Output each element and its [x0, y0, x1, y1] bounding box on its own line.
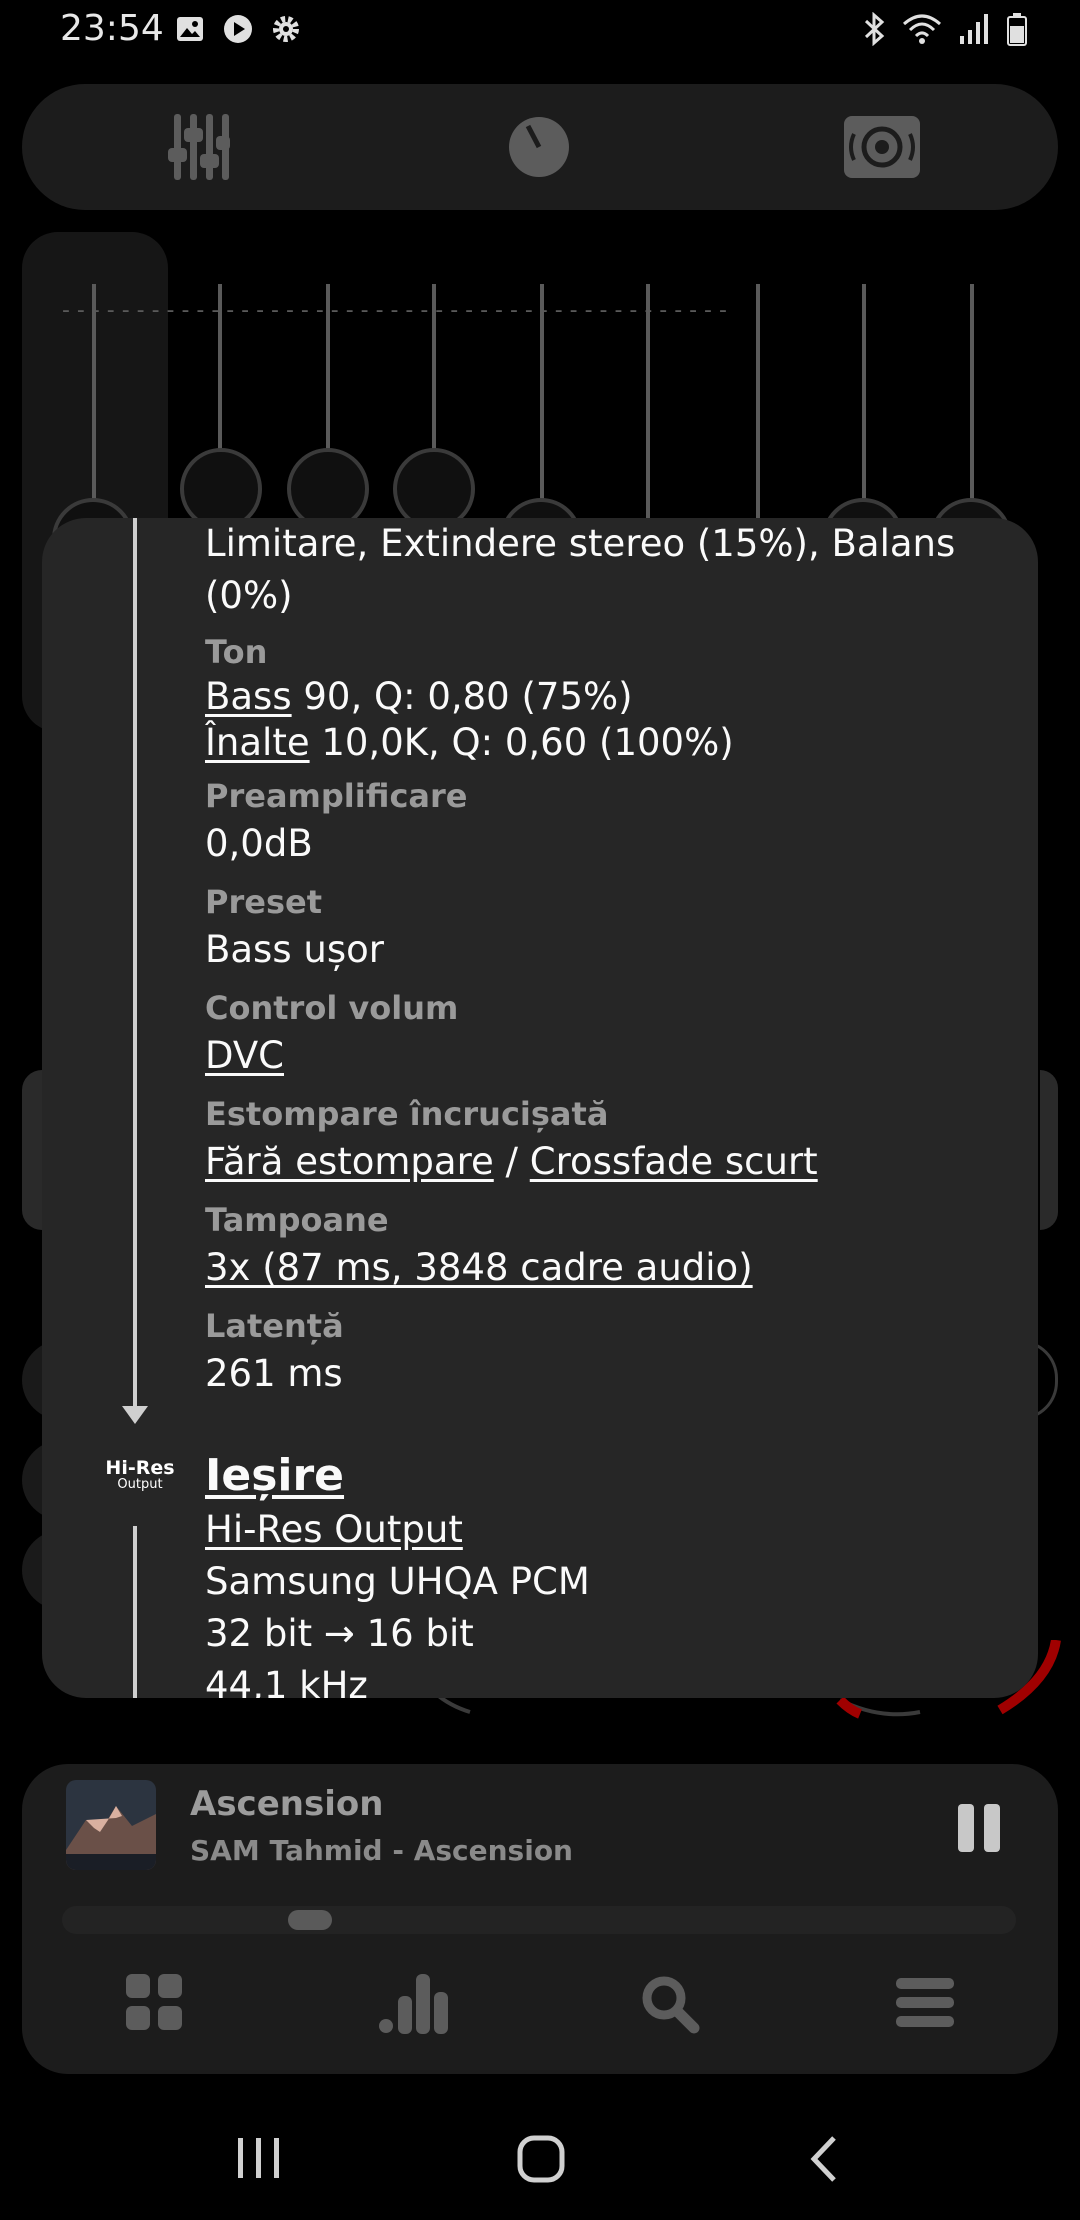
- crossfade-short-link[interactable]: Crossfade scurt: [530, 1140, 818, 1183]
- buffers-link[interactable]: 3x (87 ms, 3848 cadre audio): [205, 1242, 753, 1294]
- equalizer-icon: [168, 114, 230, 180]
- eq-slider[interactable]: [432, 284, 436, 464]
- output-section: Ieșire Hi-Res Output Samsung UHQA PCM 32…: [205, 1448, 590, 1698]
- progress-track[interactable]: [62, 1906, 1016, 1934]
- now-playing-panel: Ascension SAM Tahmid - Ascension: [22, 1764, 1058, 2074]
- progress-thumb[interactable]: [288, 1910, 332, 1930]
- flow-line: [133, 1526, 137, 1698]
- treble-link[interactable]: Înalte: [205, 721, 310, 764]
- latency-label: Latență: [205, 1307, 344, 1345]
- hires-badge-line1: Hi-Res: [105, 1457, 175, 1479]
- track-title[interactable]: Ascension: [190, 1784, 383, 1824]
- eq-slider[interactable]: [646, 284, 650, 524]
- home-icon[interactable]: [516, 2134, 566, 2184]
- bass-link[interactable]: Bass: [205, 675, 292, 718]
- eq-slider[interactable]: [326, 284, 330, 464]
- tab-output[interactable]: [844, 114, 920, 184]
- bg-panel-right: [1040, 1070, 1058, 1230]
- search-icon: [642, 1976, 700, 2034]
- preamp-label: Preamplificare: [205, 777, 468, 815]
- battery-icon: [1007, 13, 1027, 46]
- volume-label: Control volum: [205, 989, 459, 1027]
- crossfade-none-link[interactable]: Fără estompare: [205, 1140, 494, 1183]
- audio-chain-info-card: Limitare, Extindere stereo (15%), Balans…: [42, 518, 1038, 1698]
- bars-icon: [379, 1974, 448, 2034]
- output-rate: 44,1 kHz: [205, 1664, 368, 1698]
- output-device-link[interactable]: Hi-Res Output: [205, 1504, 590, 1556]
- treble-value: 10,0K, Q: 0,60 (100%): [309, 721, 734, 764]
- knob-icon: [509, 117, 569, 177]
- preset-value: Bass ușor: [205, 928, 384, 971]
- bass-value: 90, Q: 0,80 (75%): [291, 675, 633, 718]
- nav-equalizer[interactable]: [378, 1974, 448, 2038]
- preamp-value: 0,0dB: [205, 822, 313, 865]
- hires-badge-line2: Output: [117, 1477, 163, 1492]
- recents-icon[interactable]: [236, 2136, 282, 2180]
- top-tabs: [22, 84, 1058, 210]
- volume-control-link[interactable]: DVC: [205, 1030, 458, 1082]
- image-icon: [177, 17, 203, 41]
- eq-slider[interactable]: [862, 284, 866, 524]
- menu-icon: [896, 1978, 954, 2027]
- eq-slider[interactable]: [540, 284, 544, 524]
- status-time: 23:54: [60, 8, 164, 49]
- output-bits: 32 bit → 16 bit: [205, 1612, 474, 1655]
- volume-section: Control volum DVC: [205, 986, 458, 1082]
- pause-icon: [958, 1804, 974, 1852]
- output-driver: Samsung UHQA PCM: [205, 1560, 590, 1603]
- settings-icon: [273, 16, 299, 42]
- crossfade-label: Estompare încrucișată: [205, 1095, 609, 1133]
- pause-button[interactable]: [958, 1804, 1002, 1852]
- nav-search[interactable]: [640, 1974, 700, 2038]
- bluetooth-icon: [864, 12, 885, 46]
- crossfade-separator: /: [493, 1140, 530, 1183]
- latency-section: Latență 261 ms: [205, 1304, 344, 1400]
- system-nav-bar: [0, 2110, 1080, 2220]
- tab-knob[interactable]: [508, 114, 570, 184]
- effects-text-line2: (0%): [205, 574, 293, 617]
- status-icons-right: [862, 12, 1028, 46]
- tone-label: Ton: [205, 633, 268, 671]
- bottom-nav: [22, 1964, 1058, 2064]
- crossfade-row: Fără estompare / Crossfade scurt: [205, 1136, 818, 1188]
- preamp-section: Preamplificare 0,0dB: [205, 774, 467, 870]
- effects-text-line1: Limitare, Extindere stereo (15%), Balans: [205, 522, 956, 565]
- nav-library[interactable]: [126, 1974, 182, 2034]
- eq-slider[interactable]: [92, 284, 96, 524]
- buffers-label: Tampoane: [205, 1201, 389, 1239]
- treble-row: Înalte 10,0K, Q: 0,60 (100%): [205, 720, 734, 766]
- tab-equalizer[interactable]: [168, 114, 230, 184]
- eq-slider[interactable]: [756, 284, 760, 524]
- flow-line: [133, 518, 137, 1408]
- latency-value: 261 ms: [205, 1352, 343, 1395]
- signal-icon: [960, 14, 988, 44]
- crossfade-section: Estompare încrucișată Fără estompare / C…: [205, 1092, 818, 1188]
- status-icons-left: [175, 14, 301, 44]
- hires-output-badge-icon: Hi-Res Output: [100, 1458, 180, 1492]
- album-art-image: [66, 1780, 156, 1870]
- grid-icon: [126, 1974, 182, 2030]
- nav-menu[interactable]: [896, 1974, 954, 2034]
- tone-section: Ton Bass 90, Q: 0,80 (75%) Înalte 10,0K,…: [205, 630, 734, 766]
- preset-label: Preset: [205, 883, 322, 921]
- wifi-icon: [903, 14, 941, 44]
- back-icon[interactable]: [806, 2134, 840, 2184]
- speaker-icon: [844, 116, 920, 178]
- album-art[interactable]: [66, 1780, 156, 1870]
- output-title-link[interactable]: Ieșire: [205, 1448, 590, 1504]
- eq-slider[interactable]: [218, 284, 222, 464]
- flow-arrow-icon: [122, 1406, 148, 1424]
- play-icon: [224, 15, 252, 43]
- bass-row: Bass 90, Q: 0,80 (75%): [205, 674, 734, 720]
- eq-dashes: - - - - - - - - - - - - - - - - - - - - …: [62, 298, 727, 323]
- buffers-section: Tampoane 3x (87 ms, 3848 cadre audio): [205, 1198, 753, 1294]
- status-bar: 23:54: [0, 0, 1080, 62]
- track-artist[interactable]: SAM Tahmid - Ascension: [190, 1834, 573, 1867]
- effects-section: Limitare, Extindere stereo (15%), Balans…: [205, 518, 955, 622]
- preset-section: Preset Bass ușor: [205, 880, 384, 976]
- eq-slider[interactable]: [970, 284, 974, 524]
